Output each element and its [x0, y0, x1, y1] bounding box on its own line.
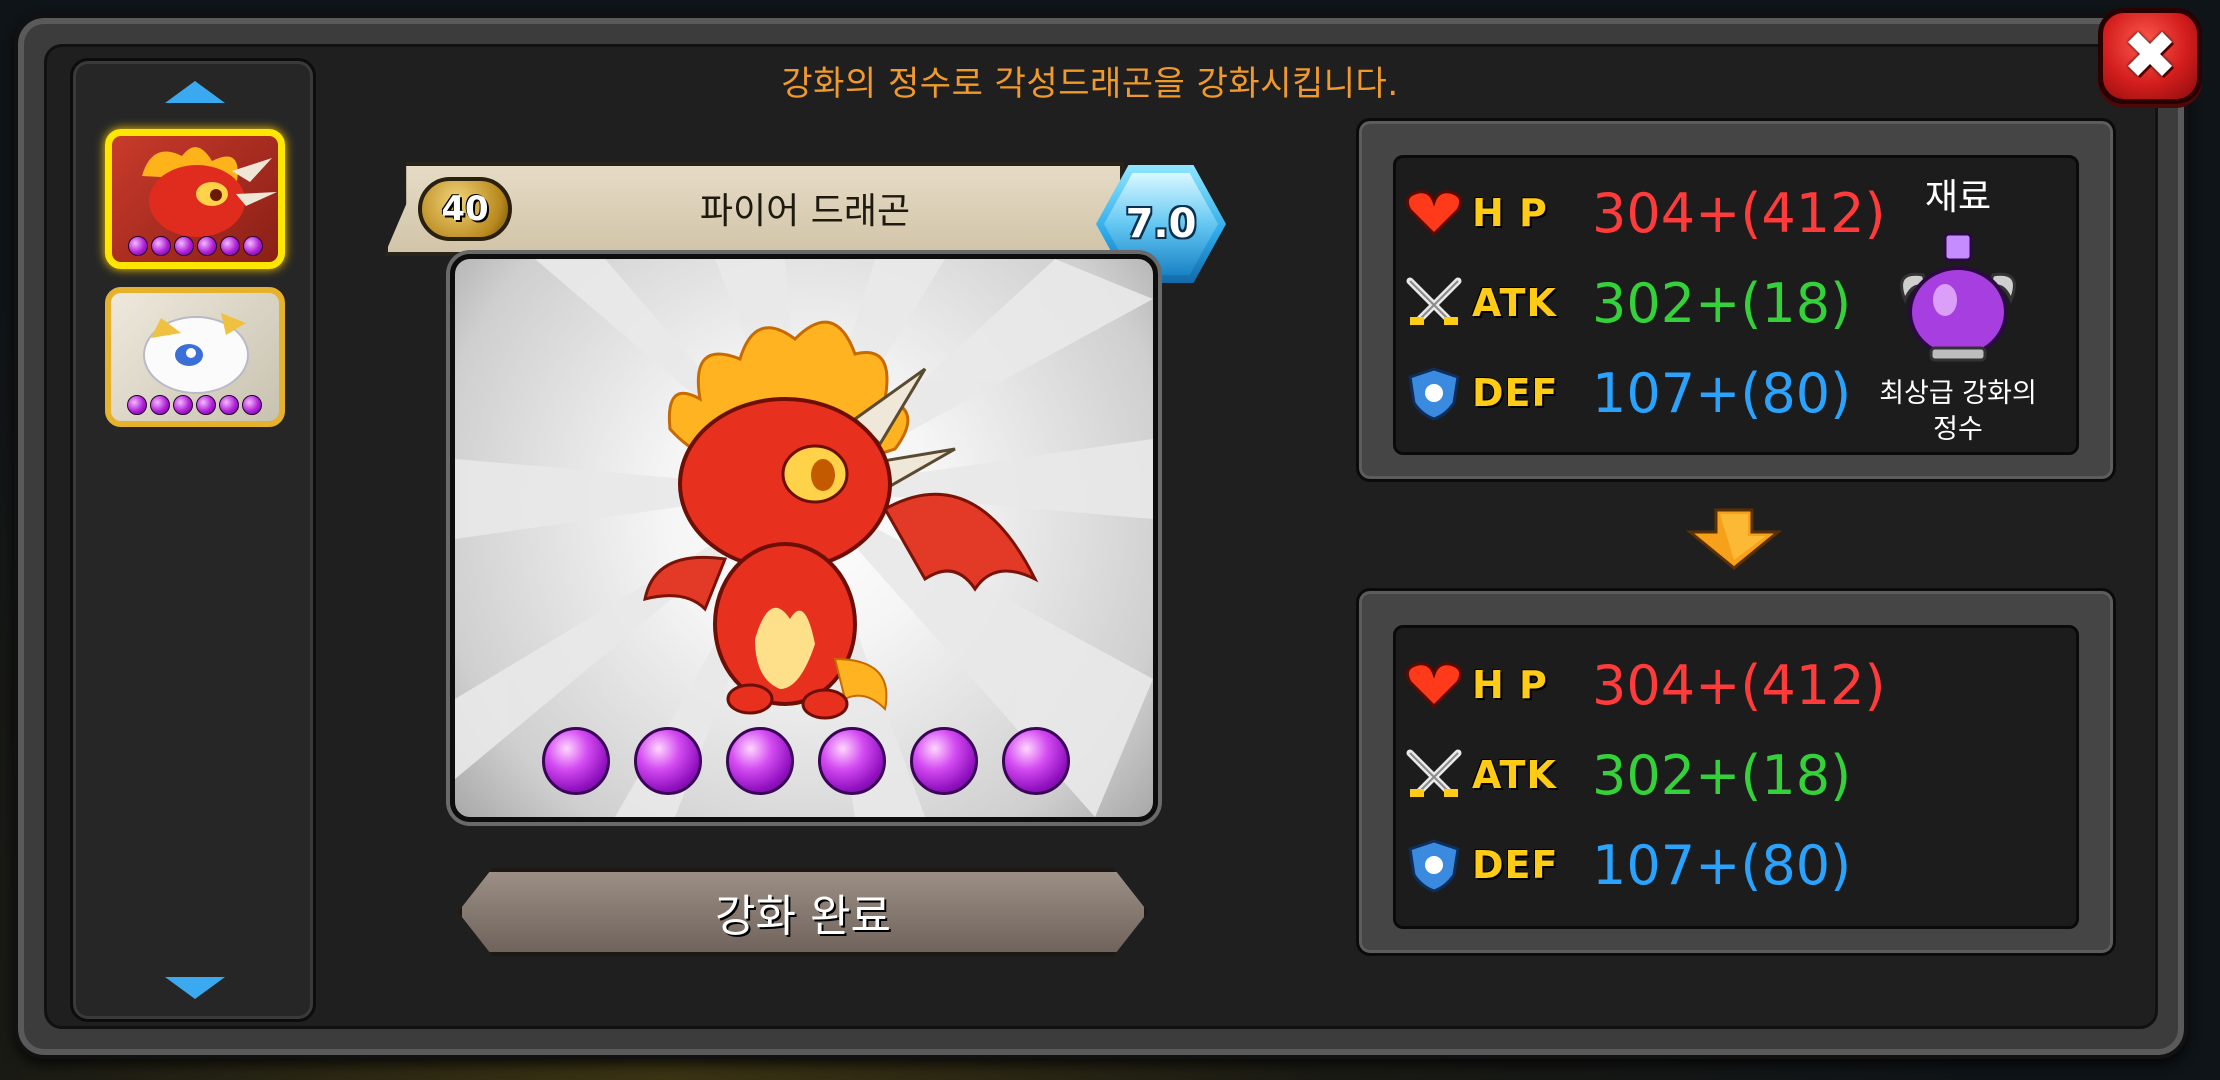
enhance-complete-label: 강화 완료 [715, 891, 891, 942]
purple-orb-icon [818, 727, 886, 795]
heart-icon [1402, 657, 1466, 713]
stat-value-atk: 302+(18) [1592, 271, 1852, 335]
dragon-thumb-white[interactable] [105, 287, 285, 427]
material-name-line1: 최상급 강화의 [1879, 378, 2037, 409]
thumb-orbs [128, 236, 263, 256]
stat-row-hp: H P 304+(412) [1402, 178, 1886, 248]
level-badge: 40 [418, 177, 512, 241]
stat-label-hp: H P [1472, 663, 1548, 707]
purple-orb-icon [634, 727, 702, 795]
dragon-name: 파이어 드래곤 [699, 191, 911, 232]
potion-icon [1900, 232, 2016, 362]
close-icon: ✖ [2122, 17, 2178, 94]
instruction-text: 강화의 정수로 각성드래곤을 강화시킵니다. [781, 64, 1399, 104]
shield-icon [1402, 365, 1466, 421]
scroll-up-arrow-icon[interactable] [165, 81, 225, 103]
close-button[interactable]: ✖ [2098, 8, 2202, 104]
stat-row-def: DEF 107+(80) [1402, 358, 1851, 428]
shield-icon [1402, 837, 1466, 893]
game-screen: 강화의 정수로 각성드래곤을 강화시킵니다. ✖ 40 파이어 드래곤 7.0 … [0, 0, 2220, 1080]
stat-value-hp: 304+(412) [1592, 181, 1886, 245]
stat-value-def: 107+(80) [1592, 361, 1852, 425]
stat-label-atk: ATK [1472, 753, 1557, 797]
dragon-list-panel [70, 58, 316, 1022]
stat-value-def: 107+(80) [1592, 833, 1852, 897]
purple-orb-icon [910, 727, 978, 795]
dragon-thumb-fire[interactable] [105, 129, 285, 269]
stat-row-hp: H P 304+(412) [1402, 650, 1886, 720]
stat-row-def: DEF 107+(80) [1402, 830, 1851, 900]
stat-label-hp: H P [1472, 191, 1548, 235]
stat-value-atk: 302+(18) [1592, 743, 1852, 807]
stats-before-panel: H P 304+(412) ATK 302+(18) DEF 107+(80) … [1356, 118, 2116, 482]
stats-after-panel: H P 304+(412) ATK 302+(18) DEF 107+(80) [1356, 588, 2116, 956]
purple-orb-icon [1002, 727, 1070, 795]
material-box: 재료 최상급 강화의 정수 [1848, 168, 2068, 446]
stat-label-atk: ATK [1472, 281, 1557, 325]
heart-icon [1402, 185, 1466, 241]
grade-value: 7.0 [1125, 201, 1197, 247]
thumb-orbs [127, 395, 262, 415]
result-arrow-icon [1686, 508, 1782, 570]
stat-label-def: DEF [1472, 843, 1559, 887]
stat-value-hp: 304+(412) [1592, 653, 1886, 717]
grade-orbs [542, 727, 1070, 795]
purple-orb-icon [726, 727, 794, 795]
stat-row-atk: ATK 302+(18) [1402, 740, 1851, 810]
stat-label-def: DEF [1472, 371, 1559, 415]
material-title: 재료 [1924, 177, 1992, 218]
purple-orb-icon [542, 727, 610, 795]
dragon-portrait [450, 254, 1158, 822]
stats-before-body: H P 304+(412) ATK 302+(18) DEF 107+(80) … [1393, 155, 2079, 455]
level-value: 40 [441, 189, 489, 229]
crossed-swords-icon [1402, 275, 1466, 331]
scroll-down-arrow-icon[interactable] [165, 977, 225, 999]
material-name-line2: 정수 [1933, 414, 1983, 445]
stats-after-body: H P 304+(412) ATK 302+(18) DEF 107+(80) [1393, 625, 2079, 929]
stat-row-atk: ATK 302+(18) [1402, 268, 1851, 338]
enhance-complete-button[interactable]: 강화 완료 [458, 868, 1148, 956]
crossed-swords-icon [1402, 747, 1466, 803]
